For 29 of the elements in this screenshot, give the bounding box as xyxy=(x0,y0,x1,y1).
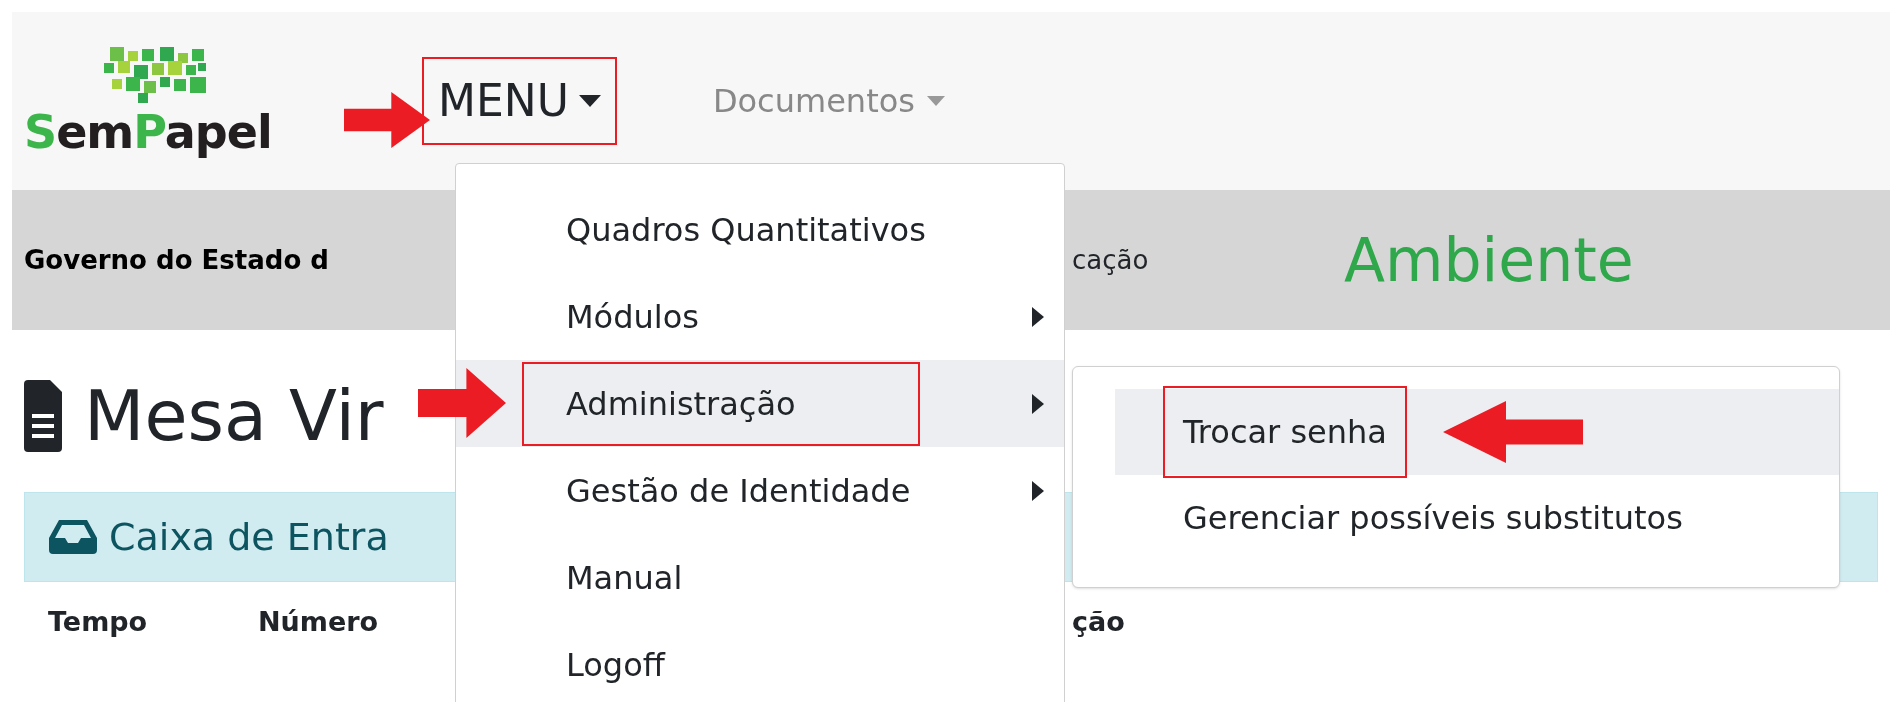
inbox-icon xyxy=(49,520,97,554)
document-icon xyxy=(24,380,62,452)
environment-label: Ambiente xyxy=(1344,224,1634,297)
page-title: Mesa Vir xyxy=(84,381,384,451)
menu-item[interactable]: Quadros Quantitativos xyxy=(456,186,1064,273)
menu-item-label: Módulos xyxy=(565,296,700,338)
submenu-item[interactable]: Gerenciar possíveis substitutos xyxy=(1115,475,1839,561)
menu-item-label: Logoff xyxy=(565,644,667,686)
menu-item-label: Administração xyxy=(522,361,920,446)
menu-item[interactable]: Administração xyxy=(456,360,1064,447)
column-header: ção xyxy=(1072,604,1125,639)
submenu-item-label: Trocar senha xyxy=(1163,386,1407,478)
caret-down-icon xyxy=(578,95,601,107)
caret-down-icon xyxy=(926,96,945,106)
submenu-item-label: Gerenciar possíveis substitutos xyxy=(1182,498,1684,539)
column-header: Tempo xyxy=(48,604,149,639)
menu-item-label: Gestão de Identidade xyxy=(565,470,912,512)
menu-item[interactable]: Módulos xyxy=(456,273,1064,360)
submenu-item[interactable]: Trocar senha xyxy=(1115,389,1839,475)
menu-item[interactable]: Manual xyxy=(456,534,1064,621)
organization-name: Governo do Estado d xyxy=(24,243,330,277)
menu-item-label: Quadros Quantitativos xyxy=(565,209,927,251)
menu-item-label: Manual xyxy=(565,557,684,599)
inbox-title: Caixa de Entra xyxy=(109,513,389,561)
organization-name-tail: cação xyxy=(1072,243,1150,277)
menu-item[interactable]: Gestão de Identidade xyxy=(456,447,1064,534)
menu-button[interactable]: MENU xyxy=(422,57,617,145)
column-header: Número xyxy=(258,604,380,639)
menu-item[interactable]: Logoff xyxy=(456,621,1064,702)
